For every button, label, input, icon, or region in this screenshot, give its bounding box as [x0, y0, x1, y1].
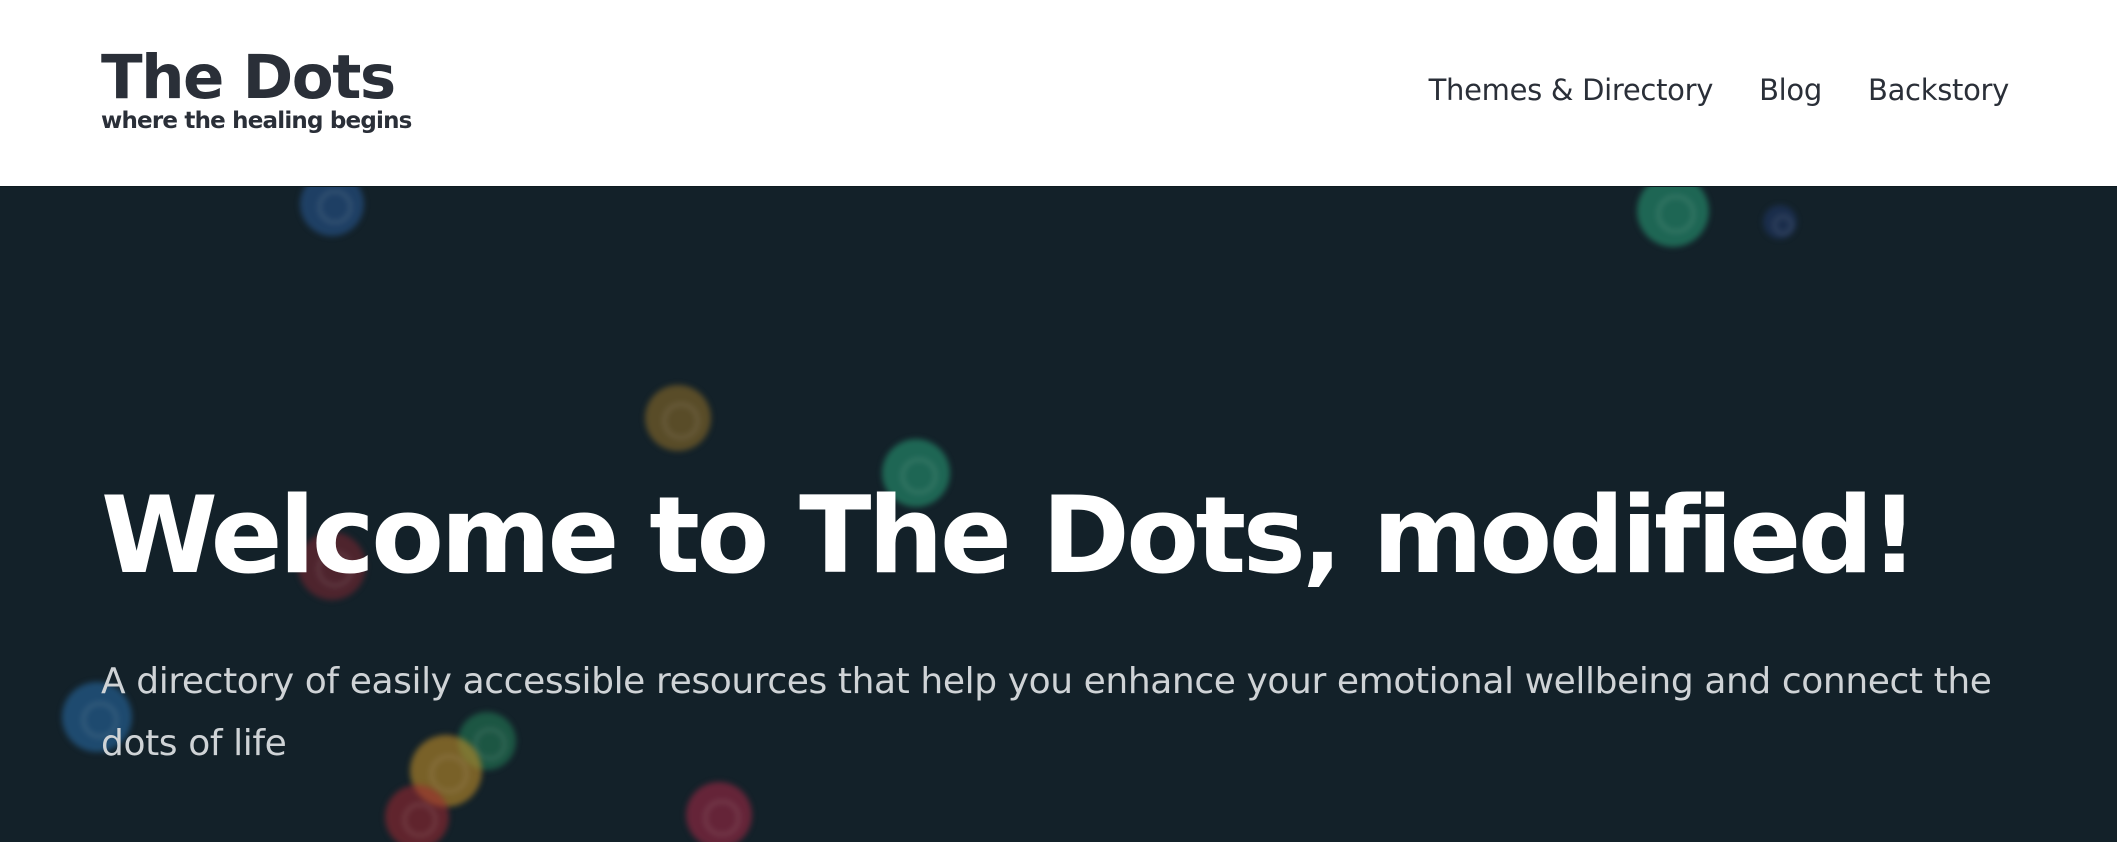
- site-header: The Dots where the healing begins Themes…: [0, 0, 2117, 187]
- bokeh-dot: [645, 385, 711, 451]
- bokeh-dot: [1763, 205, 1797, 239]
- bokeh-dot: [1637, 187, 1709, 247]
- hero-title: Welcome to The Dots, modified!: [101, 474, 1919, 597]
- nav-item-blog[interactable]: Blog: [1759, 70, 1822, 110]
- site-tagline: where the healing begins: [101, 108, 412, 134]
- bokeh-dot: [385, 785, 449, 842]
- site-logo-link[interactable]: The Dots where the healing begins: [101, 42, 412, 135]
- main-nav: Themes & Directory Blog Backstory: [1429, 70, 2010, 110]
- hero-section: Welcome to The Dots, modified! A directo…: [0, 187, 2117, 842]
- bokeh-dot: [300, 187, 364, 236]
- bokeh-dot: [686, 782, 752, 842]
- site-title: The Dots: [101, 42, 396, 113]
- nav-item-themes-directory[interactable]: Themes & Directory: [1429, 70, 1714, 110]
- nav-item-backstory[interactable]: Backstory: [1868, 70, 2009, 110]
- hero-subtitle: A directory of easily accessible resourc…: [101, 661, 1992, 764]
